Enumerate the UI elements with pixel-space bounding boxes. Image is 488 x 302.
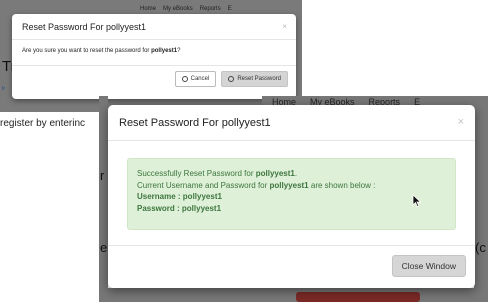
front-window-bottom-edge	[99, 288, 488, 302]
screenshot-canvas: Home My eBooks Reports E Tr Ir Reset Pas…	[0, 0, 488, 302]
background-red-button	[296, 292, 420, 302]
username-value: Username : pollyyest1	[137, 192, 222, 201]
confirm-message-user: pollyest1	[151, 48, 178, 54]
success-modal-title: Reset Password For pollyyest1	[119, 117, 271, 129]
cancel-icon	[181, 76, 188, 82]
alert-line-1-prefix: Successfully Reset Password for	[137, 169, 256, 178]
reset-password-button[interactable]: Reset Password	[221, 71, 288, 87]
close-icon[interactable]: ×	[282, 22, 287, 31]
confirm-modal-footer: Cancel Reset Password	[12, 66, 296, 92]
cancel-label: Cancel	[190, 76, 210, 82]
password-value: Password : pollyyest1	[137, 203, 222, 213]
nav-reports[interactable]: Reports	[200, 6, 221, 12]
alert-line-2-prefix: Current Username and Password for	[137, 180, 270, 190]
alert-line-2-user: pollyyest1	[269, 180, 309, 190]
alert-line-1: Successfully Reset Password for pollyyes…	[137, 168, 446, 180]
confirm-modal-title: Reset Password For pollyyest1	[22, 22, 147, 32]
back-window: Home My eBooks Reports E Tr Ir Reset Pas…	[0, 0, 302, 112]
alert-line-2-suffix: are shown below :	[308, 180, 376, 190]
nav-my-ebooks[interactable]: My eBooks	[163, 6, 193, 12]
nav-home[interactable]: Home	[140, 6, 156, 12]
alert-line-1-suffix: .	[294, 169, 298, 178]
confirm-message-suffix: ?	[177, 48, 181, 54]
success-modal-footer: Close Window	[108, 246, 475, 286]
front-window-right-edge	[474, 96, 488, 302]
password-line: Password : pollyyest1	[137, 203, 446, 215]
close-icon[interactable]: ×	[458, 116, 464, 128]
confirm-modal-header: Reset Password For pollyyest1 ×	[12, 14, 296, 40]
success-alert: Successfully Reset Password for pollyyes…	[127, 158, 456, 230]
reset-password-label: Reset Password	[237, 76, 281, 82]
alert-line-1-user: pollyyest1	[255, 169, 295, 178]
background-left-text: register by enterinc	[0, 118, 86, 129]
confirm-modal-body: Are you sure you want to reset the passw…	[12, 40, 296, 66]
confirm-message-prefix: Are you sure you want to reset the passw…	[22, 48, 152, 54]
close-window-button[interactable]: Close Window	[391, 255, 466, 277]
front-window-left-edge	[99, 96, 108, 302]
reset-icon	[228, 76, 235, 82]
nav-extra[interactable]: E	[228, 6, 232, 12]
background-right-letter: (c	[475, 240, 486, 255]
back-bg-small-text: Ir	[2, 86, 6, 92]
mouse-cursor-icon	[412, 194, 422, 208]
background-side-letter-r: r	[100, 168, 105, 183]
username-line: Username : pollyyest1	[137, 191, 446, 203]
background-side-letter-e: e	[100, 240, 108, 255]
alert-line-2: Current Username and Password for pollyy…	[137, 180, 446, 192]
success-modal-header: Reset Password For pollyyest1 ×	[108, 105, 475, 141]
cancel-button[interactable]: Cancel	[174, 71, 217, 87]
confirm-reset-modal: Reset Password For pollyyest1 × Are you …	[12, 14, 296, 99]
